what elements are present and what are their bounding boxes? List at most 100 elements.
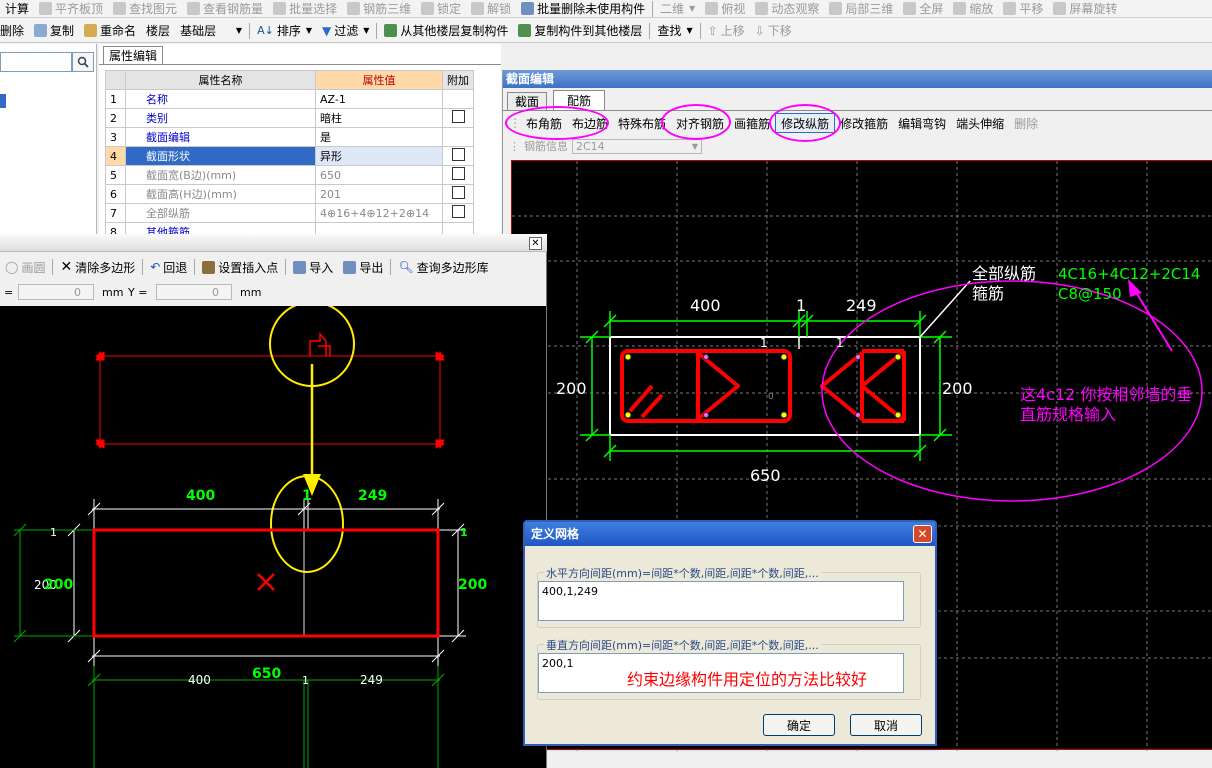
move-down-label: 下移 (767, 24, 792, 38)
rename-button[interactable]: 重命名 (79, 22, 141, 40)
draw-circle-button[interactable]: ◯ 画圆 (0, 258, 50, 276)
filter-button[interactable]: ▼ 过滤 ▼ (317, 22, 374, 40)
undo-button[interactable]: ↶ 回退 (145, 258, 192, 276)
sort-button[interactable]: A↓ 排序 ▼ (252, 22, 317, 40)
dropdown-arrow-icon: ▼ (686, 26, 693, 35)
property-value[interactable]: AZ-1 (315, 89, 443, 109)
extra-checkbox[interactable] (451, 186, 465, 199)
fullscreen-button[interactable]: 全屏 (898, 0, 948, 17)
batch-delete-button[interactable]: 批量删除未使用构件 (516, 0, 650, 17)
find-label: 查找 (657, 24, 682, 38)
calculate-button[interactable]: 计算 (0, 0, 34, 17)
dialog-close-button[interactable]: ✕ (913, 525, 932, 543)
orbit-button[interactable]: 动态观察 (750, 0, 824, 17)
property-value[interactable]: 201 (315, 184, 443, 204)
modify-stirrup-button[interactable]: 修改箍筋 (835, 114, 893, 132)
tree-search-input[interactable] (0, 52, 72, 72)
insert-point-symbol (309, 331, 331, 356)
polygon-editor-titlebar (0, 234, 547, 252)
property-value[interactable]: 暗柱 (315, 108, 443, 128)
tree-selected-item[interactable] (0, 94, 6, 108)
delete-button[interactable]: 删除 (0, 22, 29, 40)
tab-property-edit[interactable]: 属性编辑 (103, 46, 163, 64)
view-rebar-button[interactable]: 查看钢筋量 (182, 0, 268, 17)
floor-select[interactable]: 基础层 ▼ (175, 22, 247, 40)
property-value[interactable]: 4⊕16+4⊕12+2⊕14 (315, 203, 443, 223)
rebar-3d-button[interactable]: 钢筋三维 (342, 0, 416, 17)
pan-button[interactable]: 平移 (998, 0, 1048, 17)
delete-rebar-button[interactable]: 删除 (1009, 114, 1043, 132)
copy-icon (34, 24, 48, 37)
extra-cell (442, 184, 474, 204)
extra-checkbox[interactable] (451, 167, 465, 180)
copy-button[interactable]: 复制 (29, 22, 79, 40)
table-row[interactable]: 6 截面高(H边)(mm) 201 (105, 184, 474, 204)
close-icon: ✕ (917, 527, 928, 541)
lock-label: 锁定 (437, 2, 462, 16)
align-top-button[interactable]: 平齐板顶 (34, 0, 108, 17)
move-down-button[interactable]: ⇩ 下移 (750, 22, 797, 40)
row-number: 7 (105, 203, 126, 223)
end-stretch-button[interactable]: 端头伸缩 (951, 114, 1009, 132)
table-row[interactable]: 2 类别 暗柱 (105, 108, 474, 128)
batch-select-icon (273, 2, 287, 15)
copy-from-floor-button[interactable]: 从其他楼层复制构件 (379, 22, 513, 40)
find-element-button[interactable]: 查找图元 (108, 0, 182, 17)
export-button[interactable]: 导出 (338, 258, 388, 276)
copy-to-floor-button[interactable]: 复制构件到其他楼层 (513, 22, 647, 40)
dim-left: 200 (556, 379, 587, 398)
clear-polygon-button[interactable]: ✕ 清除多边形 (55, 258, 140, 276)
table-row-selected[interactable]: 4 截面形状 异形 (105, 146, 474, 166)
rotate-button[interactable]: 屏幕旋转 (1048, 0, 1122, 17)
table-row[interactable]: 3 截面编辑 是 (105, 127, 474, 147)
import-button[interactable]: 导入 (288, 258, 338, 276)
y-input[interactable]: 0 (156, 284, 232, 300)
tree-search-button[interactable] (72, 52, 94, 72)
find-button[interactable]: 查找 ▼ (652, 22, 697, 40)
table-row[interactable]: 1 名称 AZ-1 (105, 89, 474, 109)
extra-cell (442, 146, 474, 166)
property-value[interactable]: 650 (315, 165, 443, 185)
lock-icon (421, 2, 435, 15)
draw-circle-label: 画圆 (21, 260, 46, 275)
extra-checkbox[interactable] (451, 110, 465, 123)
unlock-button[interactable]: 解锁 (466, 0, 516, 17)
cancel-button[interactable]: 取消 (850, 714, 922, 736)
zoom-button[interactable]: 缩放 (948, 0, 998, 17)
extra-checkbox[interactable] (451, 148, 465, 161)
rebar-info-select[interactable]: 2C14 ▼ (572, 138, 702, 154)
edit-hook-button[interactable]: 编辑弯钩 (893, 114, 951, 132)
rebar-3d-label: 钢筋三维 (363, 2, 412, 16)
local-3d-button[interactable]: 局部三维 (824, 0, 898, 17)
align-top-label: 平齐板顶 (55, 2, 104, 16)
table-row[interactable]: 7 全部纵筋 4⊕16+4⊕12+2⊕14 (105, 203, 474, 223)
zoom-label: 缩放 (969, 2, 994, 16)
top-view-button[interactable]: 俯视 (700, 0, 750, 17)
extra-checkbox[interactable] (451, 205, 465, 218)
set-insert-point-button[interactable]: 设置插入点 (197, 258, 283, 276)
query-polygon-library-button[interactable]: 🔍︎ 查询多边形库 (393, 258, 493, 276)
clear-icon: ✕ (60, 259, 73, 275)
batch-select-button[interactable]: 批量选择 (268, 0, 342, 17)
property-value[interactable]: 是 (315, 127, 443, 147)
view-2d-label: 二维 (660, 2, 685, 16)
separator (249, 22, 251, 39)
polygon-drawing-svg: 400 1 249 1 200 200 1 200 650 400 1 249 (13, 306, 487, 768)
rebar-3d-icon (347, 2, 361, 15)
polygon-editor-close-button[interactable]: ✕ (529, 237, 542, 250)
view-2d-dropdown[interactable]: 二维 ▼ (655, 0, 700, 17)
floor-label-text: 楼层 (146, 24, 171, 38)
x-value: 0 (74, 285, 81, 299)
lock-button[interactable]: 锁定 (416, 0, 466, 17)
align-top-icon (39, 2, 53, 15)
move-up-label: 上移 (720, 24, 745, 38)
property-value[interactable]: 异形 (315, 146, 443, 166)
move-up-button[interactable]: ⇧ 上移 (703, 22, 750, 40)
ok-button[interactable]: 确定 (763, 714, 835, 736)
rename-label: 重命名 (100, 24, 137, 38)
polygon-drawing-canvas[interactable]: 400 1 249 1 200 200 1 200 650 400 1 249 (0, 306, 546, 768)
table-row[interactable]: 5 截面宽(B边)(mm) 650 (105, 165, 474, 185)
x-input[interactable]: 0 (18, 284, 94, 300)
zoom-icon (953, 2, 967, 15)
horizontal-spacing-input[interactable]: 400,1,249 (538, 581, 904, 621)
